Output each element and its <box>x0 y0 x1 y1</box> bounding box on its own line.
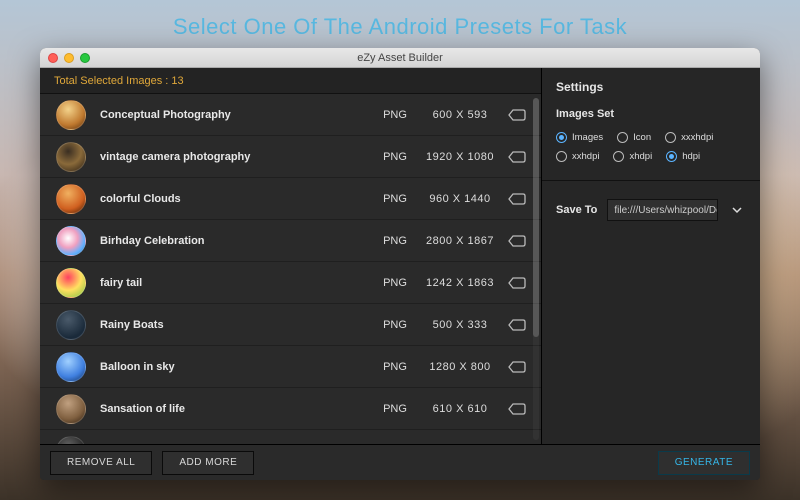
radio-xxhdpi[interactable]: xxhdpi <box>556 151 599 162</box>
row-tag-icon[interactable] <box>505 108 529 122</box>
radio-icon <box>665 132 676 143</box>
row-dimensions: 600 X 593 <box>415 109 505 121</box>
image-list: Conceptual PhotographyPNG600 X 593vintag… <box>40 94 541 444</box>
row-format: PNG <box>375 403 415 415</box>
row-name: Balloon in sky <box>86 361 375 373</box>
radio-label: xxhdpi <box>572 151 599 162</box>
settings-divider <box>542 180 760 181</box>
row-name: vintage camera photography <box>86 151 375 163</box>
radio-icon <box>613 151 624 162</box>
images-set-title: Images Set <box>556 108 746 120</box>
radio-icon <box>617 132 628 143</box>
radio-icon <box>666 151 677 162</box>
row-name: Rainy Boats <box>86 319 375 331</box>
row-name: fairy tail <box>86 277 375 289</box>
table-row[interactable]: Balloon in skyPNG1280 X 800 <box>40 346 541 388</box>
row-name: Sansation of life <box>86 403 375 415</box>
total-selected-label: Total Selected Images : 13 <box>40 68 541 94</box>
row-thumbnail <box>56 268 86 298</box>
remove-all-button[interactable]: REMOVE ALL <box>50 451 152 475</box>
row-dimensions: 1280 X 800 <box>415 361 505 373</box>
table-row[interactable]: Color of lifePNG333 X 499 <box>40 430 541 444</box>
radio-hdpi[interactable]: hdpi <box>666 151 700 162</box>
row-format: PNG <box>375 277 415 289</box>
save-to-row: Save To file:///Users/whizpool/Des <box>556 199 746 221</box>
row-thumbnail <box>56 184 86 214</box>
radio-icon[interactable]: Icon <box>617 132 651 143</box>
row-format: PNG <box>375 193 415 205</box>
row-name: Birhday Celebration <box>86 235 375 247</box>
hero-title: Select One Of The Android Presets For Ta… <box>0 0 800 40</box>
titlebar: eZy Asset Builder <box>40 48 760 68</box>
table-row[interactable]: Sansation of lifePNG610 X 610 <box>40 388 541 430</box>
save-path-field[interactable]: file:///Users/whizpool/Des <box>607 199 718 221</box>
settings-title: Settings <box>556 80 746 94</box>
row-tag-icon[interactable] <box>505 402 529 416</box>
footer-bar: REMOVE ALL ADD MORE GENERATE <box>40 444 760 480</box>
row-dimensions: 1242 X 1863 <box>415 277 505 289</box>
scroll-thumb[interactable] <box>533 98 539 337</box>
row-tag-icon[interactable] <box>505 318 529 332</box>
row-thumbnail <box>56 394 86 424</box>
row-dimensions: 2800 X 1867 <box>415 235 505 247</box>
save-to-label: Save To <box>556 204 597 216</box>
app-window: eZy Asset Builder Total Selected Images … <box>40 48 760 480</box>
row-dimensions: 1920 X 1080 <box>415 151 505 163</box>
row-tag-icon[interactable] <box>505 192 529 206</box>
row-thumbnail <box>56 100 86 130</box>
radio-label: Images <box>572 132 603 143</box>
radio-xhdpi[interactable]: xhdpi <box>613 151 652 162</box>
table-row[interactable]: colorful CloudsPNG960 X 1440 <box>40 178 541 220</box>
radio-label: xxxhdpi <box>681 132 713 143</box>
row-thumbnail <box>56 352 86 382</box>
list-scrollbar[interactable] <box>533 98 539 440</box>
radio-label: xhdpi <box>629 151 652 162</box>
radio-xxxhdpi[interactable]: xxxhdpi <box>665 132 713 143</box>
row-format: PNG <box>375 109 415 121</box>
generate-button[interactable]: GENERATE <box>658 451 750 475</box>
table-row[interactable]: Birhday CelebrationPNG2800 X 1867 <box>40 220 541 262</box>
row-dimensions: 610 X 610 <box>415 403 505 415</box>
row-thumbnail <box>56 226 86 256</box>
row-dimensions: 960 X 1440 <box>415 193 505 205</box>
window-title: eZy Asset Builder <box>40 52 760 64</box>
radio-label: Icon <box>633 132 651 143</box>
row-format: PNG <box>375 319 415 331</box>
row-tag-icon[interactable] <box>505 150 529 164</box>
table-row[interactable]: Conceptual PhotographyPNG600 X 593 <box>40 94 541 136</box>
table-row[interactable]: fairy tailPNG1242 X 1863 <box>40 262 541 304</box>
row-format: PNG <box>375 151 415 163</box>
radio-icon <box>556 151 567 162</box>
row-thumbnail <box>56 436 86 445</box>
row-format: PNG <box>375 235 415 247</box>
save-path-chevron-icon[interactable] <box>728 199 746 221</box>
radio-images[interactable]: Images <box>556 132 603 143</box>
radio-icon <box>556 132 567 143</box>
row-format: PNG <box>375 361 415 373</box>
table-row[interactable]: Rainy BoatsPNG500 X 333 <box>40 304 541 346</box>
row-thumbnail <box>56 310 86 340</box>
table-row[interactable]: vintage camera photographyPNG1920 X 1080 <box>40 136 541 178</box>
row-tag-icon[interactable] <box>505 444 529 445</box>
image-list-panel: Total Selected Images : 13 Conceptual Ph… <box>40 68 542 444</box>
row-dimensions: 500 X 333 <box>415 319 505 331</box>
radio-label: hdpi <box>682 151 700 162</box>
row-tag-icon[interactable] <box>505 360 529 374</box>
images-set-radios: Images Icon xxxhdpi xxhdpi xhdpi hdpi <box>556 132 746 162</box>
row-name: colorful Clouds <box>86 193 375 205</box>
row-name: Conceptual Photography <box>86 109 375 121</box>
row-tag-icon[interactable] <box>505 234 529 248</box>
row-thumbnail <box>56 142 86 172</box>
add-more-button[interactable]: ADD MORE <box>162 451 254 475</box>
settings-panel: Settings Images Set Images Icon xxxhdpi xxh… <box>542 68 760 444</box>
row-tag-icon[interactable] <box>505 276 529 290</box>
